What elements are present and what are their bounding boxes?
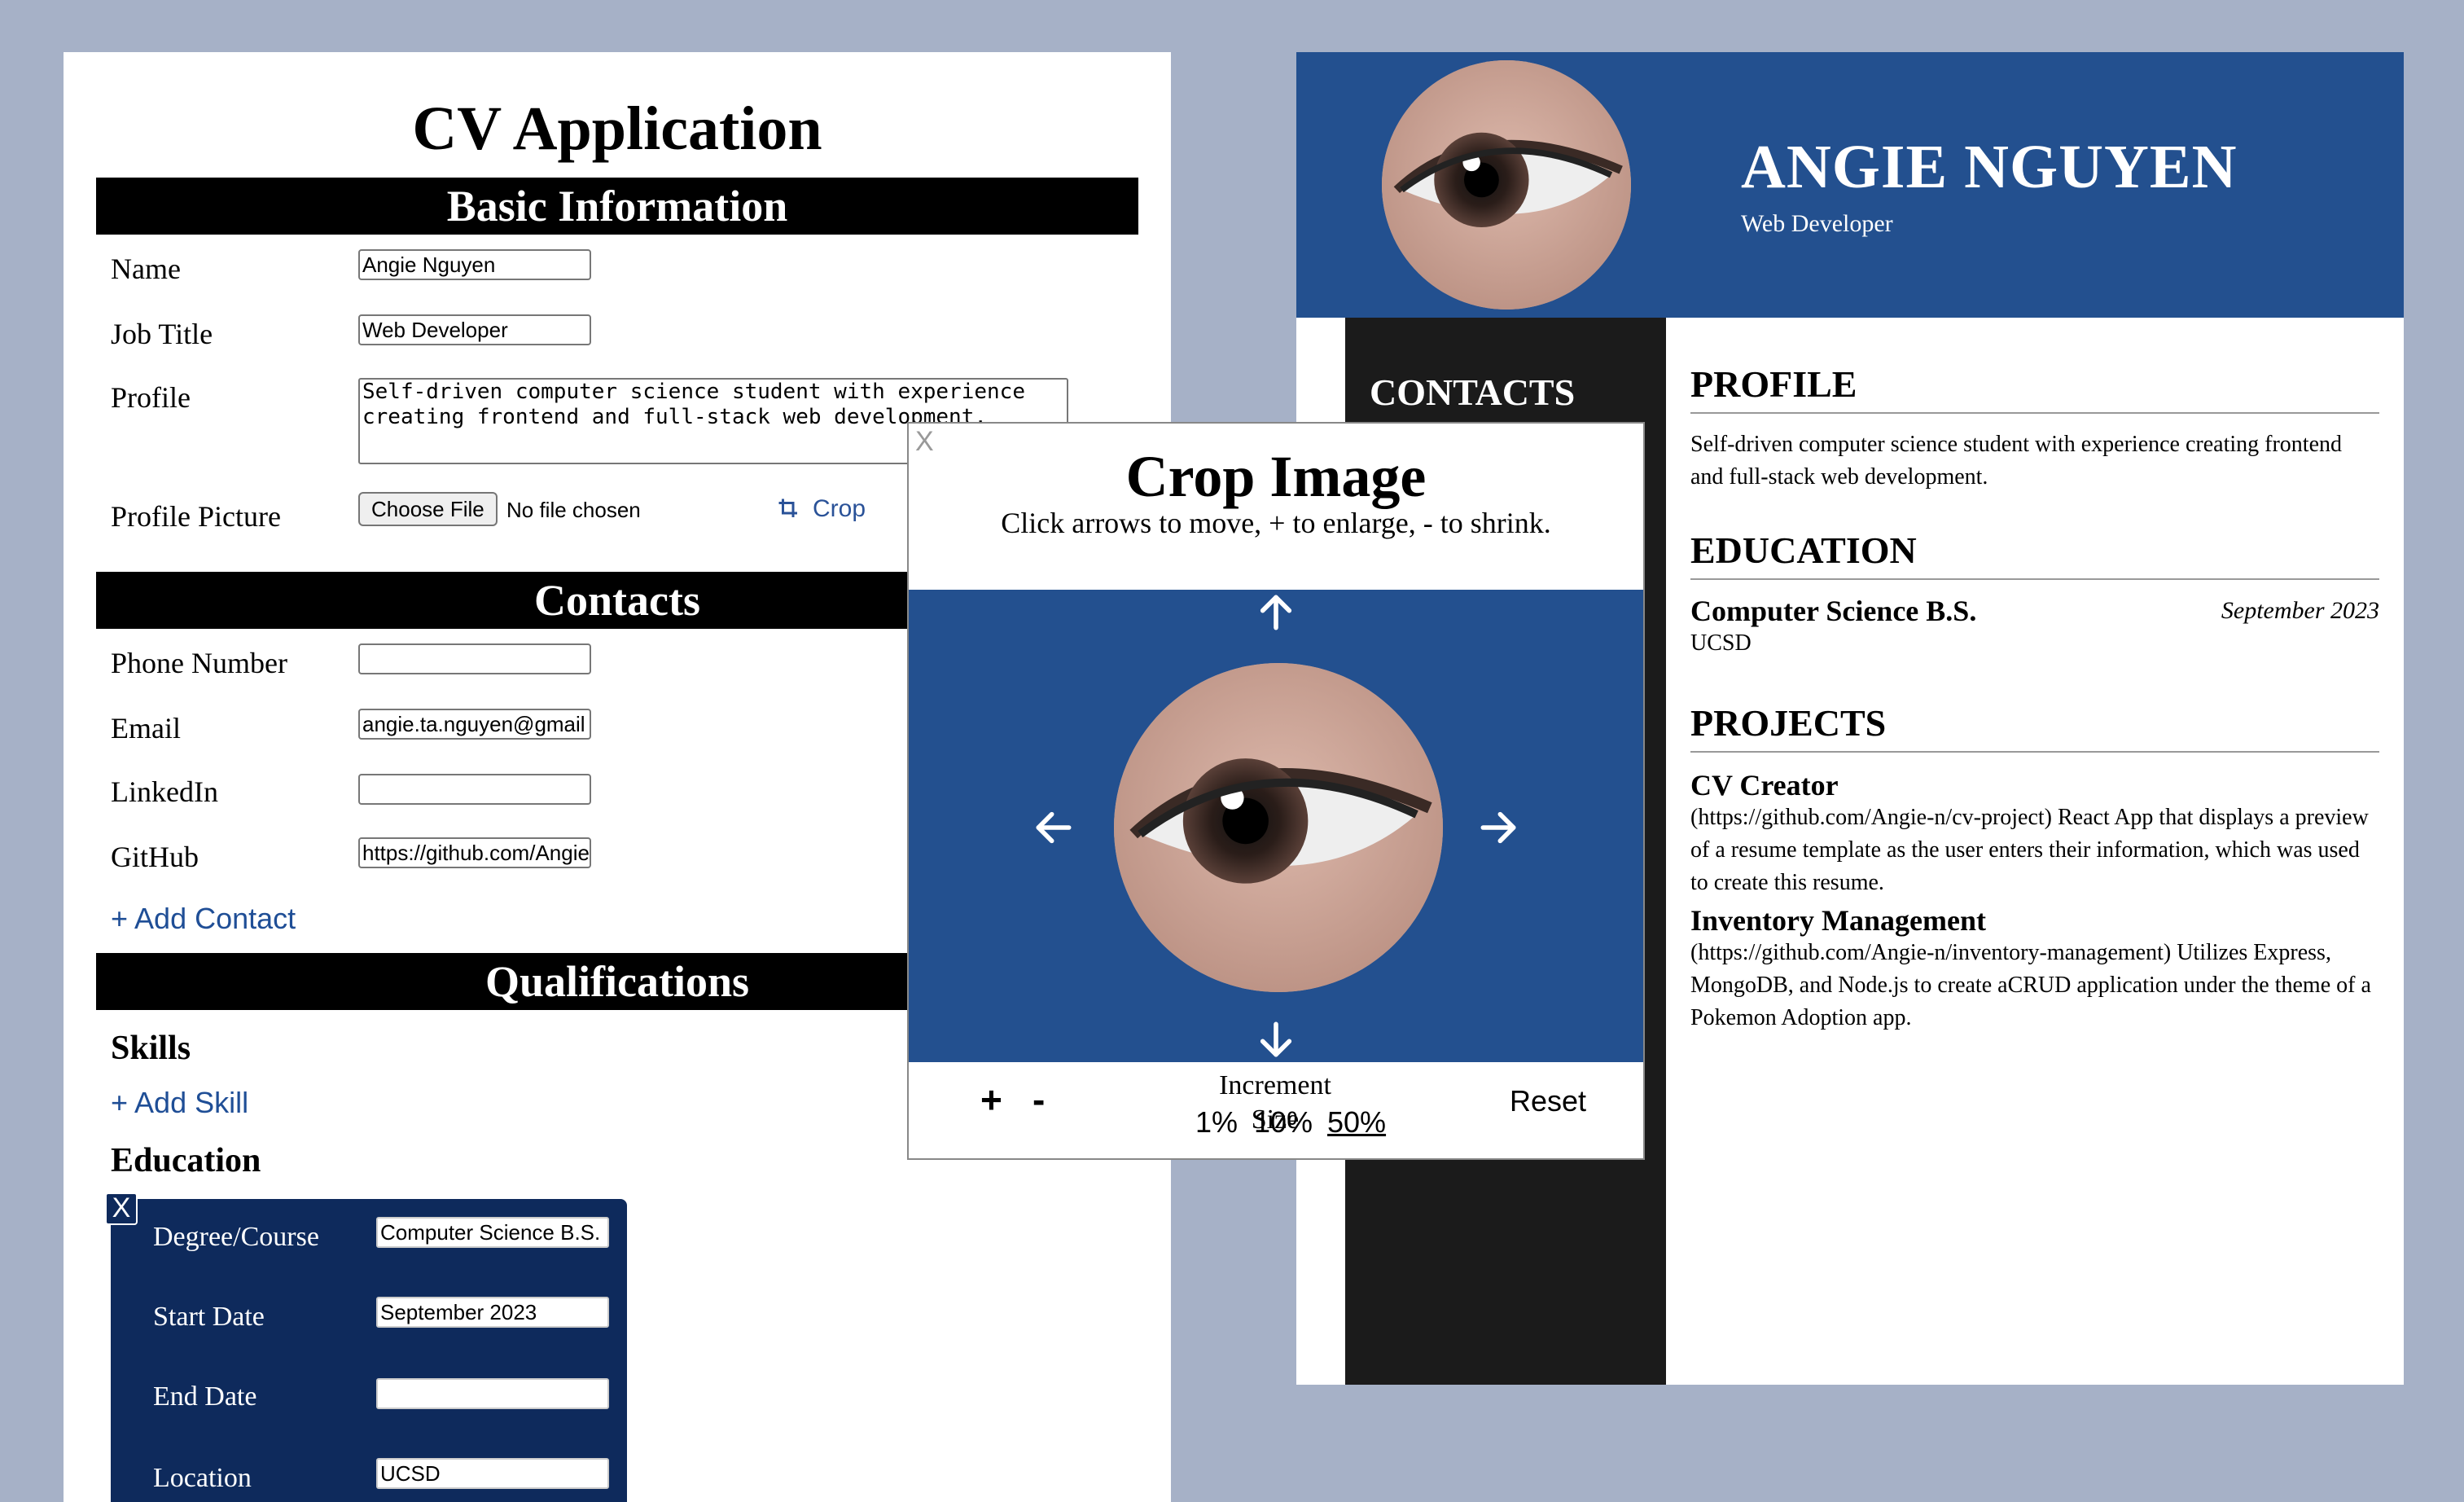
increment-option[interactable]: 1% (1195, 1105, 1238, 1140)
profile-heading: PROFILE (1690, 362, 2379, 414)
degree-input[interactable]: Computer Science B.S. (376, 1217, 609, 1248)
add-contact-button[interactable]: + Add Contact (111, 901, 296, 937)
resume-name: ANGIE NGUYEN (1741, 133, 2238, 201)
education-school: UCSD (1690, 630, 1752, 656)
degree-label: Degree/Course (153, 1222, 319, 1252)
arrow-down-icon[interactable] (1253, 1017, 1299, 1062)
phone-label: Phone Number (111, 647, 287, 679)
profile-avatar (1382, 60, 1631, 310)
crop-stage (909, 590, 1643, 1062)
increment-option[interactable]: 10% (1254, 1105, 1313, 1140)
job-title-input[interactable]: Web Developer (358, 314, 591, 345)
project-title: CV Creator (1690, 769, 1839, 802)
start-date-label: Start Date (153, 1302, 265, 1332)
modal-instructions: Click arrows to move, + to enlarge, - to… (1001, 507, 1551, 539)
education-heading: EDUCATION (1690, 528, 2379, 580)
linkedin-label: LinkedIn (111, 775, 218, 808)
end-date-label: End Date (153, 1381, 257, 1412)
crop-label: Crop (813, 495, 866, 522)
section-basic-information: Basic Information (96, 178, 1138, 235)
profile-picture-label: Profile Picture (111, 500, 281, 533)
education-date: September 2023 (2221, 597, 2379, 624)
resume-header: ANGIE NGUYEN Web Developer (1296, 52, 2404, 318)
choose-file-button[interactable]: Choose File (358, 492, 498, 526)
phone-input[interactable] (358, 643, 591, 674)
modal-title: Crop Image (1125, 444, 1427, 509)
education-heading: Education (111, 1142, 261, 1179)
email-input[interactable]: angie.ta.nguyen@gmail (358, 709, 591, 740)
skills-heading: Skills (111, 1030, 191, 1067)
crop-image-modal: X Crop Image Click arrows to move, + to … (907, 422, 1645, 1160)
eye-photo (1114, 663, 1443, 992)
job-title-label: Job Title (111, 318, 213, 350)
increment-option-selected[interactable]: 50% (1327, 1105, 1386, 1140)
name-label: Name (111, 253, 181, 285)
enlarge-button[interactable]: + (980, 1077, 1002, 1122)
project-title: Inventory Management (1690, 904, 1986, 937)
project-description: (https://github.com/Angie-n/cv-project) … (1690, 805, 2369, 895)
projects-heading: PROJECTS (1690, 700, 2379, 753)
crop-controls: + - Increment Size 1% 10% 50% Reset (909, 1062, 1643, 1160)
profile-text: Self-driven computer science student wit… (1690, 432, 2343, 490)
arrow-left-icon[interactable] (1031, 805, 1076, 850)
name-input[interactable]: Angie Nguyen (358, 249, 591, 280)
eye-photo (1382, 60, 1631, 310)
file-status-text: No file chosen (506, 498, 641, 522)
github-input[interactable]: https://github.com/Angie (358, 837, 591, 868)
linkedin-input[interactable] (358, 774, 591, 805)
shrink-button[interactable]: - (1033, 1077, 1045, 1122)
app-title: CV Application (412, 94, 822, 163)
reset-button[interactable]: Reset (1510, 1083, 1586, 1119)
arrow-up-icon[interactable] (1253, 590, 1299, 635)
education-degree: Computer Science B.S. (1690, 595, 1977, 627)
email-label: Email (111, 712, 181, 744)
github-label: GitHub (111, 841, 199, 873)
sidebar-contacts-heading: CONTACTS (1370, 371, 1576, 413)
resume-job-title: Web Developer (1741, 210, 1893, 237)
arrow-right-icon[interactable] (1475, 805, 1521, 850)
location-input[interactable]: UCSD (376, 1458, 609, 1489)
end-date-input[interactable] (376, 1378, 609, 1409)
crop-icon (778, 498, 797, 517)
profile-label: Profile (111, 381, 191, 414)
crop-button[interactable]: Crop (777, 492, 866, 526)
project-description: (https://github.com/Angie-n/inventory-ma… (1690, 940, 2371, 1030)
add-skill-button[interactable]: + Add Skill (111, 1085, 248, 1121)
location-label: Location (153, 1463, 252, 1493)
remove-education-button[interactable]: X (105, 1192, 138, 1225)
crop-preview-circle[interactable] (1114, 663, 1443, 992)
start-date-input[interactable]: September 2023 (376, 1297, 609, 1328)
